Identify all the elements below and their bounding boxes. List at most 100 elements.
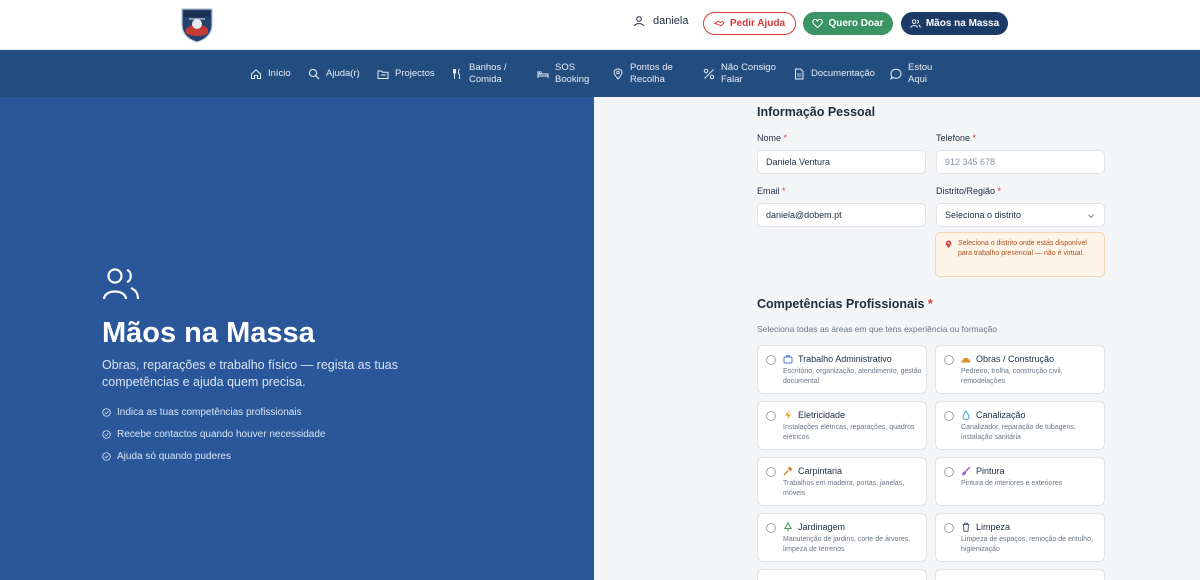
nav-item-inicio[interactable]: Início [250, 50, 291, 97]
skill-radio[interactable] [766, 467, 776, 477]
donate-label: Quero Doar [828, 18, 884, 29]
phone-field[interactable]: 912 345 678 [936, 150, 1105, 174]
nav-label: Banhos / Comida [469, 61, 507, 85]
skill-card-jardinagem[interactable]: Jardinagem Manutenção de jardins, corte … [757, 513, 927, 562]
hammer-icon [783, 466, 793, 476]
nav-item-ajuda[interactable]: Ajuda(r) [308, 50, 360, 97]
droplet-icon [962, 410, 970, 420]
skills-subtitle: Seleciona todas as áreas em que tens exp… [757, 324, 998, 334]
skill-desc: Limpeza de espaços, remoção de entulho, … [961, 536, 1093, 553]
skill-card-canalizacao[interactable]: Canalização Canalizador, reparação de tu… [935, 401, 1105, 450]
name-field[interactable]: Daniela Ventura [757, 150, 926, 174]
skill-radio[interactable] [766, 523, 776, 533]
skill-radio[interactable] [766, 355, 776, 365]
chat-icon [890, 68, 902, 80]
skill-radio[interactable] [944, 467, 954, 477]
check-circle-icon [102, 452, 111, 461]
hero-title: Mãos na Massa [102, 317, 315, 349]
skill-title: Obras / Construção [976, 354, 1055, 364]
nav-item-sos-booking[interactable]: SOS Booking [537, 50, 589, 97]
document-icon [795, 68, 804, 79]
skill-title: Jardinagem [798, 522, 846, 532]
skill-card-carpintaria[interactable]: Carpintaria Trabalhos em madeira, portas… [757, 457, 927, 506]
district-note: Seleciona o distrito onde estás disponív… [935, 232, 1105, 277]
skill-title: Pintura [976, 466, 1005, 476]
trash-icon [962, 522, 970, 532]
user-menu[interactable]: daniela [633, 15, 688, 27]
nav-label: Pontos de Recolha [630, 61, 673, 85]
search-icon [308, 68, 320, 79]
skill-desc: Trabalhos em madeira, portas, janelas, m… [783, 480, 905, 497]
map-pin-icon [945, 240, 952, 248]
nav-label: Início [268, 67, 291, 79]
skill-title: Limpeza [976, 522, 1011, 532]
phone-label: Telefone * [936, 133, 977, 143]
skill-card-trabalho-administrativo[interactable]: Trabalho Administrativo Escritório, orga… [757, 345, 927, 394]
bed-icon [537, 70, 549, 78]
hero-subtitle: Obras, reparações e trabalho físico — re… [102, 358, 398, 389]
skill-card-obras-construcao[interactable]: Obras / Construção Pedreiro, trolha, con… [935, 345, 1105, 394]
username: daniela [653, 15, 689, 27]
hero-bullet: Ajuda só quando puderes [102, 451, 231, 462]
home-icon [251, 68, 261, 79]
check-circle-icon [102, 430, 111, 439]
skill-card-partial[interactable] [757, 569, 927, 580]
briefcase-icon [783, 355, 793, 364]
nav-label: Projectos [395, 67, 435, 79]
hero-bullet-text: Indica as tuas competências profissionai… [117, 407, 302, 418]
nav-label: Estou Aqui [908, 61, 933, 85]
users-icon [910, 19, 921, 28]
tree-icon [783, 522, 793, 532]
email-field[interactable]: daniela@dobem.pt [757, 203, 926, 227]
check-circle-icon [102, 408, 111, 417]
paintbrush-icon [961, 466, 971, 476]
site-logo[interactable] [179, 5, 215, 43]
skill-radio[interactable] [944, 411, 954, 421]
district-label: Distrito/Região * [936, 186, 1002, 196]
heart-icon [812, 18, 824, 29]
skill-title: Trabalho Administrativo [798, 354, 892, 364]
lightning-icon [785, 410, 791, 420]
skill-desc: Escritório, organização, atendimento, ge… [783, 368, 922, 385]
nav-label: Documentação [811, 67, 875, 79]
skill-radio[interactable] [766, 411, 776, 421]
nav-item-estou-aqui[interactable]: Estou Aqui [890, 50, 932, 97]
skill-title: Canalização [976, 410, 1026, 420]
main-nav: Início Ajuda(r) Projectos Banhos / Comid… [0, 50, 1200, 97]
skill-desc: Canalizador, reparação de tubagens, inst… [961, 424, 1076, 441]
utensils-icon [453, 68, 460, 79]
nav-item-nao-consigo-falar[interactable]: Não Consigo Falar [703, 50, 776, 97]
skills-title: Competências Profissionais * [757, 297, 933, 311]
nav-item-projectos[interactable]: Projectos [377, 50, 435, 97]
hands-on-button[interactable]: Mãos na Massa [901, 12, 1008, 35]
skill-desc: Pedreiro, trolha, construção civil, remo… [961, 368, 1063, 385]
users-icon [102, 268, 140, 300]
skill-desc: Instalações elétricas, reparações, quadr… [783, 424, 915, 441]
skill-card-limpeza[interactable]: Limpeza Limpeza de espaços, remoção de e… [935, 513, 1105, 562]
skill-card-pintura[interactable]: Pintura Pintura de interiores e exterior… [935, 457, 1105, 506]
hero-bullet-text: Ajuda só quando puderes [117, 451, 231, 462]
hero-bullet-text: Recebe contactos quando houver necessida… [117, 429, 326, 440]
nav-item-documentacao[interactable]: Documentação [793, 50, 875, 97]
nav-label: Não Consigo Falar [721, 61, 776, 85]
percent-icon [703, 68, 715, 79]
skill-card-eletricidade[interactable]: Eletricidade Instalações elétricas, repa… [757, 401, 927, 450]
skill-desc: Manutenção de jardins, corte de árvores,… [783, 536, 911, 553]
district-select[interactable]: Seleciona o distrito [936, 203, 1105, 227]
nav-item-pontos-recolha[interactable]: Pontos de Recolha [612, 50, 673, 97]
skill-title: Carpintaria [798, 466, 843, 476]
chevron-down-icon [1088, 214, 1094, 219]
skill-radio[interactable] [944, 523, 954, 533]
nav-item-banhos-comida[interactable]: Banhos / Comida [451, 50, 507, 97]
donate-button[interactable]: Quero Doar [803, 12, 893, 35]
skill-card-partial[interactable] [935, 569, 1105, 580]
handshake-icon [713, 20, 725, 27]
ask-help-button[interactable]: Pedir Ajuda [703, 12, 796, 35]
skill-title: Eletricidade [798, 410, 846, 420]
hero-bullet: Indica as tuas competências profissionai… [102, 407, 302, 418]
district-note-text: Seleciona o distrito onde estás disponív… [958, 240, 1087, 257]
skill-radio[interactable] [944, 355, 954, 365]
top-header: daniela Pedir Ajuda Quero Doar Mãos na M… [0, 0, 1200, 50]
email-label: Email * [757, 186, 786, 196]
hands-on-label: Mãos na Massa [925, 18, 1000, 29]
